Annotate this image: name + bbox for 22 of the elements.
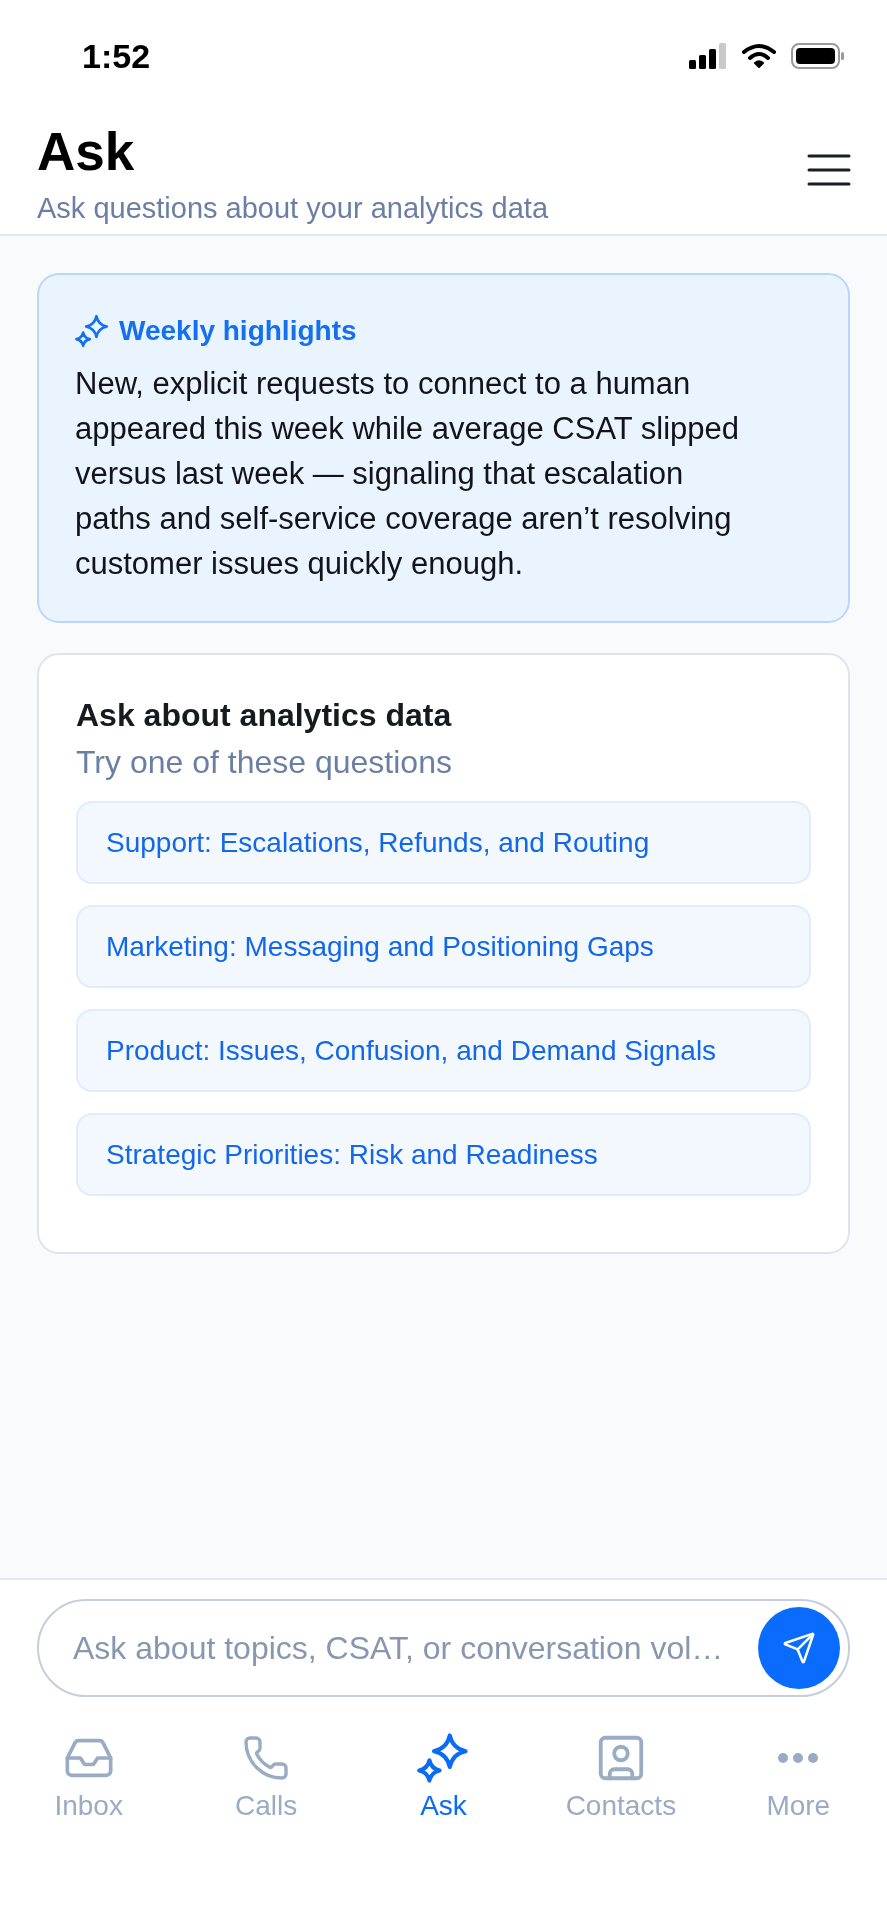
suggested-question-button[interactable]: Support: Escalations, Refunds, and Routing [76, 801, 811, 884]
status-time: 1:52 [82, 36, 151, 76]
wifi-icon [741, 43, 777, 69]
tab-bar-item[interactable]: Ask [413, 1730, 474, 1822]
more-icon [778, 1753, 819, 1763]
highlights-title: Weekly highlights [119, 314, 357, 348]
battery-icon [791, 43, 845, 69]
questions-subtitle: Try one of these questions [76, 743, 453, 782]
page-title: Ask [37, 122, 136, 182]
message-input[interactable]: Ask about topics, CSAT, or conversation vol… [37, 1599, 850, 1697]
signal-icon [689, 43, 727, 69]
phone-icon [242, 1734, 291, 1782]
sparkles-icon [417, 1732, 470, 1784]
questions-title: Ask about analytics data [76, 696, 453, 735]
suggested-question-button[interactable]: Marketing: Messaging and Positioning Gaps [76, 905, 811, 988]
menu-icon [807, 154, 851, 186]
send-icon [782, 1631, 816, 1665]
suggested-question-button[interactable]: Strategic Priorities: Risk and Readiness [76, 1113, 811, 1196]
highlights-text: New, explicit requests to connect to a human appeared this week while average CSAT slipped versus last week — signaling that escalation paths and self-service coverage aren’t resolving customer issues quickly enough. [75, 365, 741, 583]
page-subtitle: Ask questions about your analytics data [37, 191, 549, 225]
sparkles-icon [75, 314, 109, 348]
suggested-question-button[interactable]: Product: Issues, Confusion, and Demand Signals [76, 1009, 811, 1092]
